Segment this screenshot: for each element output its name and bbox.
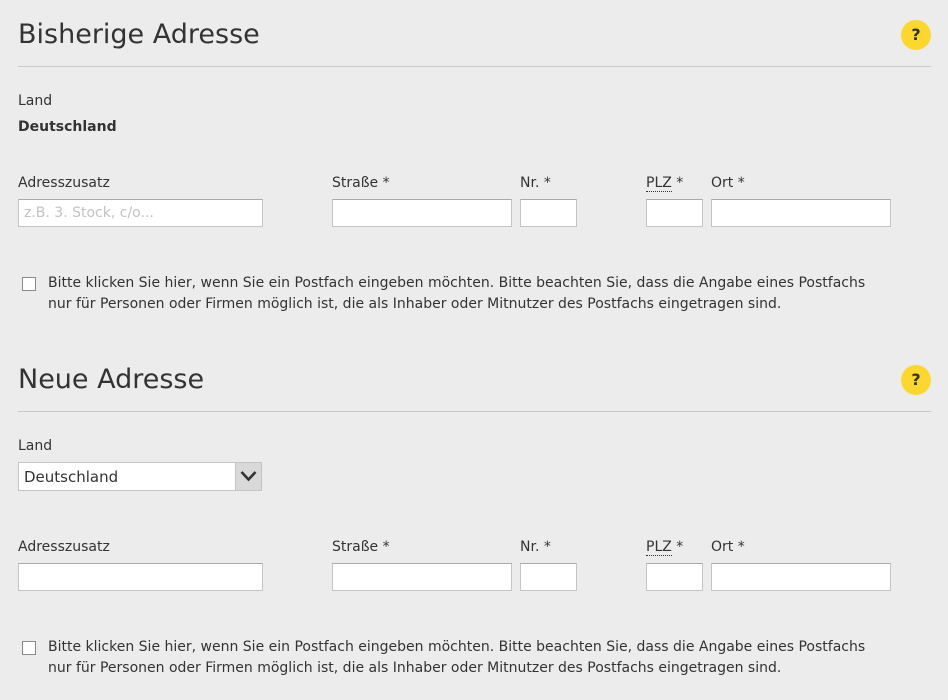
new-plz-required: * <box>671 539 684 555</box>
old-strasse-label: Straße * <box>332 175 390 191</box>
old-adresszusatz-label: Adresszusatz <box>18 175 110 191</box>
new-postfach-text[interactable]: Bitte klicken Sie hier, wenn Sie ein Pos… <box>48 637 878 679</box>
old-nr-label: Nr. * <box>520 175 551 191</box>
new-address-title: Neue Adresse <box>18 364 205 395</box>
new-strasse-input[interactable] <box>332 563 512 591</box>
old-plz-required: * <box>671 175 684 191</box>
old-address-title: Bisherige Adresse <box>18 19 260 50</box>
new-plz-abbr: PLZ <box>646 539 672 556</box>
new-land-label: Land <box>18 438 53 454</box>
new-strasse-label: Straße * <box>332 539 390 555</box>
chevron-down-icon <box>240 471 257 482</box>
new-ort-input[interactable] <box>711 563 891 591</box>
old-plz-label: PLZ * <box>646 174 683 192</box>
old-plz-abbr: PLZ <box>646 175 672 192</box>
old-plz-input[interactable] <box>646 199 703 227</box>
new-adresszusatz-label: Adresszusatz <box>18 539 110 555</box>
old-land-label: Land <box>18 93 53 109</box>
new-postfach-checkbox[interactable] <box>22 641 36 655</box>
old-ort-label: Ort * <box>711 175 745 191</box>
new-nr-label: Nr. * <box>520 539 551 555</box>
old-address-divider <box>18 66 931 67</box>
new-ort-label: Ort * <box>711 539 745 555</box>
old-postfach-checkbox[interactable] <box>22 277 36 291</box>
new-address-help-icon[interactable]: ? <box>901 365 931 395</box>
old-strasse-input[interactable] <box>332 199 512 227</box>
new-plz-label: PLZ * <box>646 538 683 556</box>
old-land-value: Deutschland <box>18 119 117 135</box>
old-nr-input[interactable] <box>520 199 577 227</box>
new-land-select-toggle[interactable] <box>235 463 261 490</box>
new-nr-input[interactable] <box>520 563 577 591</box>
new-land-selected-value: Deutschland <box>24 468 119 486</box>
new-land-select[interactable]: Deutschland <box>18 462 262 491</box>
old-adresszusatz-input[interactable] <box>18 199 263 227</box>
old-postfach-text[interactable]: Bitte klicken Sie hier, wenn Sie ein Pos… <box>48 273 878 315</box>
new-address-divider <box>18 411 931 412</box>
new-plz-input[interactable] <box>646 563 703 591</box>
old-ort-input[interactable] <box>711 199 891 227</box>
old-address-help-icon[interactable]: ? <box>901 20 931 50</box>
new-adresszusatz-input[interactable] <box>18 563 263 591</box>
